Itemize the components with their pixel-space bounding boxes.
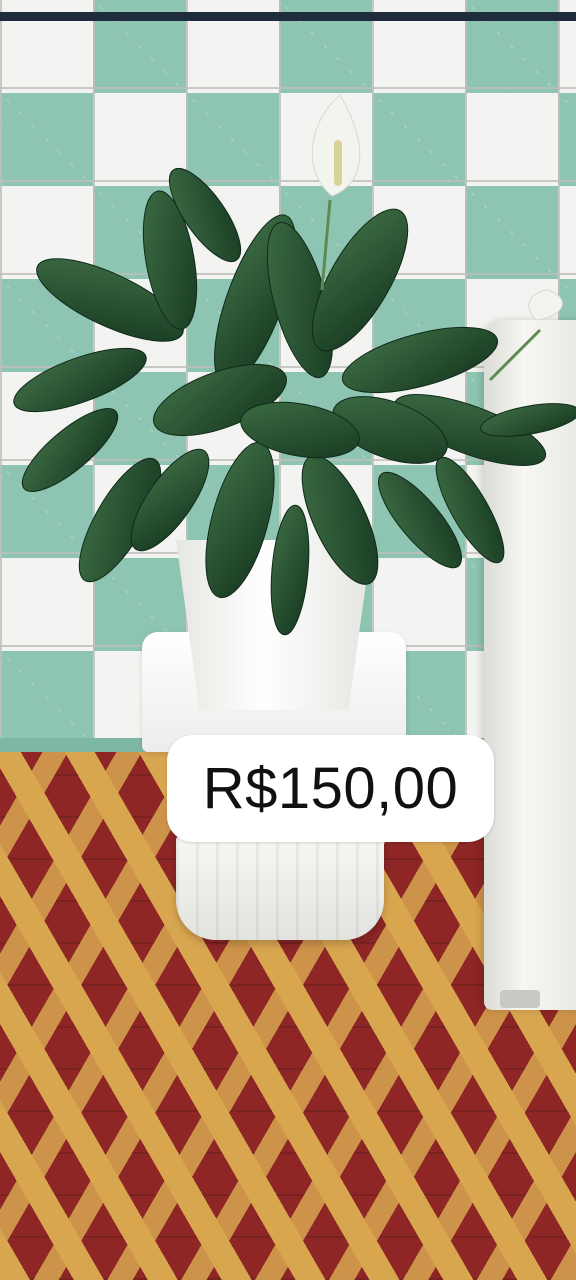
price-text: R$150,00 — [202, 756, 459, 821]
price-badge: R$150,00 — [167, 735, 494, 842]
photo-scene: R$150,00 — [0, 0, 576, 1280]
peace-lily-plant-icon — [13, 94, 576, 636]
